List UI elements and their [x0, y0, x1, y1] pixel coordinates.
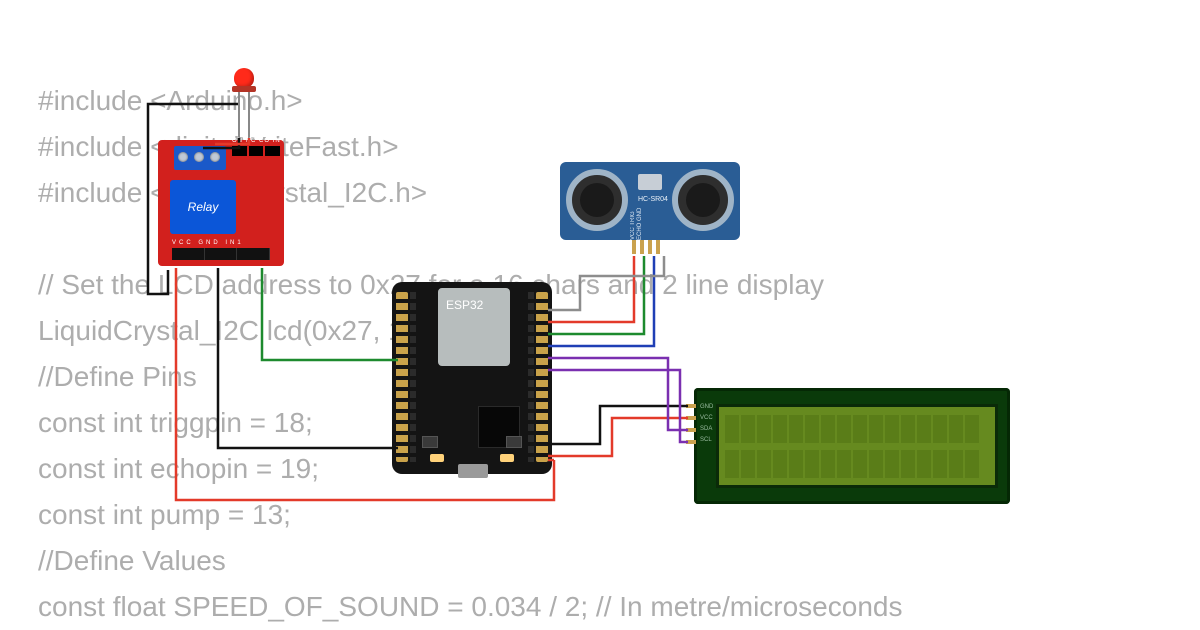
lcd-cell: [757, 415, 771, 443]
esp32-led-icon: [430, 454, 444, 462]
esp32-board[interactable]: ESP32: [392, 282, 552, 474]
led-leg: [248, 92, 250, 140]
relay-screw-terminal: [174, 146, 226, 170]
esp32-button: [506, 436, 522, 448]
wire-lcd-vcc: [548, 418, 688, 456]
lcd-cell: [869, 450, 883, 478]
wire-relay-signal: [262, 268, 398, 360]
lcd-cell: [853, 415, 867, 443]
lcd-cell: [741, 415, 755, 443]
esp32-button: [422, 436, 438, 448]
lcd-cell: [725, 415, 739, 443]
lcd-cell: [741, 450, 755, 478]
lcd-cell: [933, 450, 947, 478]
lcd-cell: [837, 415, 851, 443]
led-base: [232, 86, 256, 92]
lcd-cell: [917, 450, 931, 478]
esp32-pin-header-right: [536, 292, 548, 462]
lcd-cell: [949, 450, 963, 478]
wire-ground: [218, 268, 398, 448]
hcsr04-label: HC-SR04: [638, 196, 668, 203]
relay-header-pins: [232, 146, 280, 156]
wire-lcd-scl: [548, 370, 688, 442]
esp32-usb-port: [458, 464, 488, 478]
lcd-cell: [901, 415, 915, 443]
wire-hcsr04-trig: [548, 256, 644, 334]
ultrasonic-transducer-icon: [672, 169, 734, 231]
lcd-cell: [965, 415, 979, 443]
hcsr04-pin-labels: VCC TRIG ECHO GND: [630, 206, 644, 240]
lcd-cell: [949, 415, 963, 443]
wire-hcsr04-echo: [548, 256, 654, 346]
hcsr04-pins: [632, 240, 676, 254]
circuit-wires: [0, 0, 1200, 630]
ultrasonic-transducer-icon: [566, 169, 628, 231]
circuit-canvas[interactable]: ON NC CO IN Relay VCC GND IN1 ESP32 HC-S…: [0, 0, 1200, 630]
lcd-cell: [885, 415, 899, 443]
hcsr04-oscillator: [638, 174, 662, 190]
wire-lcd-sda: [548, 358, 688, 430]
lcd-cell: [853, 450, 867, 478]
wire-lcd-gnd: [548, 406, 688, 444]
lcd-cell: [773, 450, 787, 478]
lcd-row: [725, 415, 989, 443]
hcsr04-sensor[interactable]: HC-SR04 VCC TRIG ECHO GND: [560, 162, 740, 240]
lcd-cell: [757, 450, 771, 478]
lcd-i2c-pins: [686, 404, 696, 444]
relay-module[interactable]: ON NC CO IN Relay VCC GND IN1: [158, 140, 284, 266]
wire-hcsr04-vcc: [548, 256, 634, 322]
lcd-cell: [805, 415, 819, 443]
lcd-cell: [869, 415, 883, 443]
lcd-cell: [805, 450, 819, 478]
lcd-cell: [789, 450, 803, 478]
lcd-cell: [837, 450, 851, 478]
esp32-shield-label: ESP32: [438, 288, 510, 366]
lcd-screen: [716, 404, 998, 488]
lcd-pin-labels: GND VCC SDA SCL: [700, 402, 713, 446]
lcd-cell: [965, 450, 979, 478]
lcd-cell: [901, 450, 915, 478]
lcd-cell: [821, 450, 835, 478]
relay-bottom-pins: [172, 248, 270, 260]
lcd-display[interactable]: GND VCC SDA SCL: [694, 388, 1010, 504]
lcd-cell: [933, 415, 947, 443]
esp32-pin-holes-left: [410, 292, 416, 462]
lcd-row: [725, 450, 989, 478]
lcd-cell: [773, 415, 787, 443]
relay-bottom-pin-labels: VCC GND IN1: [172, 240, 244, 246]
relay-top-pin-labels: ON NC CO IN: [232, 138, 281, 144]
led-component[interactable]: [234, 68, 254, 88]
lcd-cell: [789, 415, 803, 443]
lcd-cell: [917, 415, 931, 443]
wire-hcsr04-gnd: [548, 256, 664, 310]
led-leg: [238, 92, 240, 140]
lcd-cell: [821, 415, 835, 443]
esp32-led-icon: [500, 454, 514, 462]
lcd-cell: [725, 450, 739, 478]
lcd-cell: [885, 450, 899, 478]
esp32-pin-header-left: [396, 292, 408, 462]
relay-body-label: Relay: [170, 180, 236, 234]
esp32-pin-holes-right: [528, 292, 534, 462]
